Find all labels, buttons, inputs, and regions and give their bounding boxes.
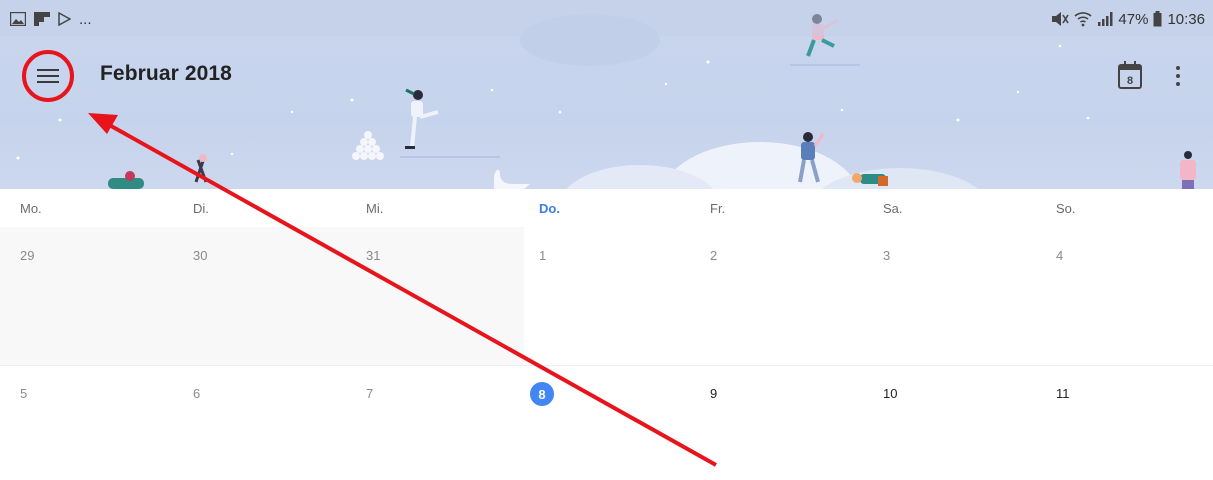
day-number[interactable]: 5 bbox=[20, 386, 27, 401]
week-row[interactable]: 5 6 7 8 9 10 11 bbox=[0, 365, 1213, 480]
page-title[interactable]: Februar 2018 bbox=[100, 62, 232, 86]
system-status-icons: 47% 10:36 bbox=[1051, 9, 1205, 29]
battery-percent: 47% bbox=[1118, 10, 1149, 28]
main-menu-button[interactable] bbox=[28, 58, 68, 94]
play-store-icon bbox=[58, 12, 71, 26]
weekday-label: Mo. bbox=[20, 201, 42, 216]
header-illustration: ... 47% 10:36 Februar 2018 8 bbox=[0, 0, 1213, 189]
day-number[interactable]: 1 bbox=[539, 248, 546, 263]
weekday-label: Fr. bbox=[710, 201, 726, 216]
wifi-icon bbox=[1074, 12, 1092, 27]
today-button-date: 8 bbox=[1127, 75, 1133, 87]
calendar-app: ... 47% 10:36 Februar 2018 8 Mo. Di. Mi.… bbox=[0, 0, 1213, 480]
signal-icon bbox=[1098, 12, 1113, 26]
go-to-today-button[interactable]: 8 bbox=[1117, 60, 1143, 90]
day-number[interactable]: 4 bbox=[1056, 248, 1063, 263]
day-number[interactable]: 9 bbox=[710, 386, 717, 401]
today-day-number[interactable]: 8 bbox=[530, 382, 554, 406]
clock-time: 10:36 bbox=[1167, 10, 1205, 28]
gallery-icon bbox=[10, 12, 26, 26]
weekday-header-row: Mo. Di. Mi. Do. Fr. Sa. So. bbox=[0, 189, 1213, 227]
weekday-label-today: Do. bbox=[539, 201, 560, 216]
day-number[interactable]: 7 bbox=[366, 386, 373, 401]
day-number[interactable]: 31 bbox=[366, 248, 380, 263]
day-number[interactable]: 10 bbox=[883, 386, 897, 401]
weekday-label: Di. bbox=[193, 201, 209, 216]
notification-icons: ... bbox=[10, 10, 92, 28]
mute-icon bbox=[1052, 12, 1070, 26]
more-notifications-text: ... bbox=[79, 10, 92, 28]
week-row[interactable]: 29 30 31 1 2 3 4 bbox=[0, 227, 1213, 365]
day-number[interactable]: 29 bbox=[20, 248, 34, 263]
battery-icon bbox=[1153, 11, 1162, 27]
previous-month-shading bbox=[0, 227, 524, 365]
more-vert-icon bbox=[1176, 66, 1180, 70]
weekday-label: Mi. bbox=[366, 201, 384, 216]
day-number[interactable]: 11 bbox=[1056, 386, 1070, 401]
status-bar: ... 47% 10:36 bbox=[0, 0, 1213, 36]
day-number[interactable]: 6 bbox=[193, 386, 200, 401]
day-number[interactable]: 2 bbox=[710, 248, 717, 263]
flipboard-icon bbox=[34, 12, 50, 26]
weekday-label: So. bbox=[1056, 201, 1076, 216]
day-number[interactable]: 3 bbox=[883, 248, 890, 263]
more-options-button[interactable] bbox=[1168, 62, 1188, 90]
hamburger-menu-icon bbox=[37, 69, 59, 83]
day-number[interactable]: 30 bbox=[193, 248, 207, 263]
weekday-label: Sa. bbox=[883, 201, 903, 216]
calendar-today-icon: 8 bbox=[1118, 61, 1142, 89]
